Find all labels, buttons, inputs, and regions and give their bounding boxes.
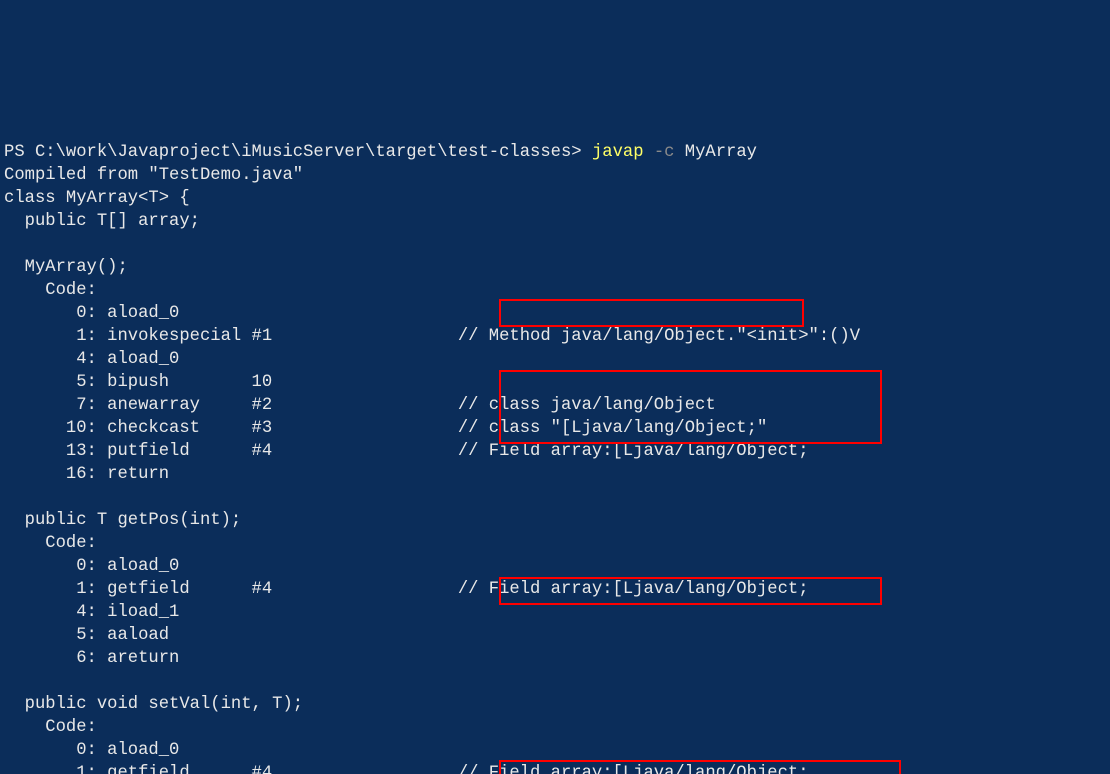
output-line: 1: getfield #4 // Field array:[Ljava/lan… <box>4 764 809 774</box>
output-line: 4: iload_1 <box>4 603 179 622</box>
arg-myarray: MyArray <box>674 143 757 162</box>
output-line: 10: checkcast #3 // class "[Ljava/lang/O… <box>4 419 767 438</box>
output-line: Code: <box>4 718 97 737</box>
output-line: public T getPos(int); <box>4 511 241 530</box>
bytecode-comment: // class "[Ljava/lang/Object;" <box>458 419 767 438</box>
output-line: public T[] array; <box>4 212 200 231</box>
bytecode-instr: 1: getfield #4 <box>4 580 458 599</box>
output-line: 1: invokespecial #1 // Method java/lang/… <box>4 327 860 346</box>
output-line: 5: aaload <box>4 626 169 645</box>
output-line: Code: <box>4 534 97 553</box>
bytecode-comment: // Field array:[Ljava/lang/Object; <box>458 580 809 599</box>
output-line: MyArray(); <box>4 258 128 277</box>
output-line: 5: bipush 10 <box>4 373 272 392</box>
output-line: class MyArray<T> { <box>4 189 190 208</box>
output-line: Code: <box>4 281 97 300</box>
output-line: 7: anewarray #2 // class java/lang/Objec… <box>4 396 716 415</box>
bytecode-instr: 13: putfield #4 <box>4 442 458 461</box>
prompt-line: PS C:\work\Javaproject\iMusicServer\targ… <box>4 143 757 162</box>
prompt-ps: PS <box>4 143 35 162</box>
output-line: 13: putfield #4 // Field array:[Ljava/la… <box>4 442 809 461</box>
bytecode-comment: // Field array:[Ljava/lang/Object; <box>458 764 809 774</box>
output-line: 0: aload_0 <box>4 557 179 576</box>
output-line: 16: return <box>4 465 169 484</box>
bytecode-comment: // Method java/lang/Object. <box>458 327 736 346</box>
annotation-box-1 <box>499 299 804 327</box>
bytecode-comment: // Field array:[Ljava/lang/Object; <box>458 442 809 461</box>
terminal-window[interactable]: PS C:\work\Javaproject\iMusicServer\targ… <box>0 115 1110 774</box>
prompt-separator: > <box>571 143 592 162</box>
command-javap: javap <box>592 143 654 162</box>
bytecode-comment: // class java/lang/Object <box>458 396 716 415</box>
output-line: Compiled from "TestDemo.java" <box>4 166 303 185</box>
output-line: 0: aload_0 <box>4 304 179 323</box>
output-line: 4: aload_0 <box>4 350 179 369</box>
bytecode-instr: 1: getfield #4 <box>4 764 458 774</box>
output-line: 1: getfield #4 // Field array:[Ljava/lan… <box>4 580 809 599</box>
bytecode-comment-tail: "<init>":()V <box>736 327 860 346</box>
output-line: public void setVal(int, T); <box>4 695 303 714</box>
bytecode-instr: 7: anewarray #2 <box>4 396 458 415</box>
bytecode-instr: 1: invokespecial #1 <box>4 327 458 346</box>
prompt-path: C:\work\Javaproject\iMusicServer\target\… <box>35 143 571 162</box>
output-line: 6: areturn <box>4 649 179 668</box>
option-c: -c <box>654 143 675 162</box>
bytecode-instr: 10: checkcast #3 <box>4 419 458 438</box>
